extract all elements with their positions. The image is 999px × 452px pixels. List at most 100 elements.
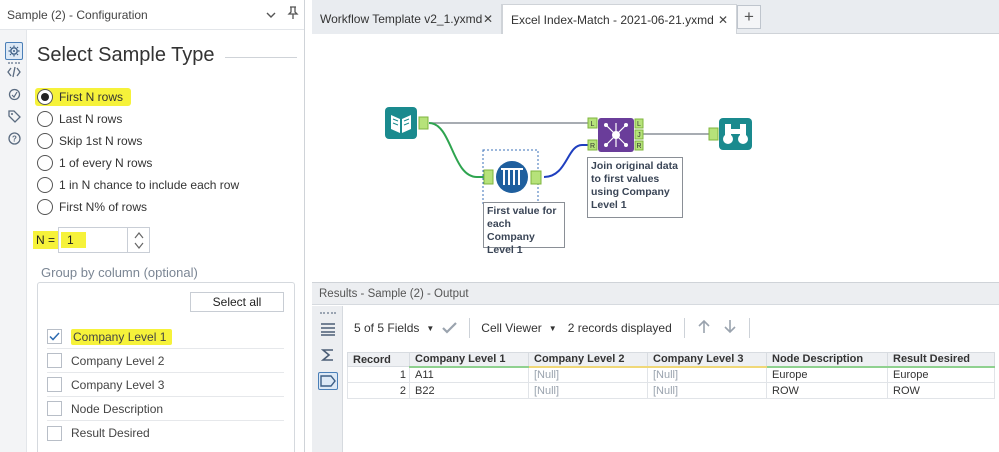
table-cell[interactable]: [Null] [528,366,648,383]
browse-tool[interactable] [708,118,752,150]
spin-down-icon[interactable] [134,242,144,249]
column-label: Company Level 2 [71,353,165,368]
code-icon[interactable] [6,64,22,80]
option-first-n-rows[interactable]: First N rows [35,86,239,108]
group-by-label: Group by column (optional) [41,265,198,280]
annotation-icon[interactable] [6,86,22,102]
table-view-icon[interactable] [318,320,338,338]
join-anchor-out-join: J [637,132,641,139]
n-label: N = [33,231,59,249]
close-icon[interactable]: ✕ [483,12,493,26]
toolbar-divider [683,318,685,338]
table-row[interactable]: 2 B22 [Null] [Null] ROW ROW [347,382,995,399]
radio-button[interactable] [37,155,53,171]
spin-up-icon[interactable] [134,231,144,239]
column-node-description[interactable]: Node Description [47,397,284,421]
app-window: Sample (2) - Configuration ? Select Samp… [0,0,999,452]
table-cell[interactable]: [Null] [647,366,767,383]
select-all-button[interactable]: Select all [190,292,284,312]
connection-input-to-sample[interactable] [428,122,484,178]
table-header-row: Record Company Level 1 Company Level 2 C… [347,352,995,368]
arrow-up-icon[interactable] [697,319,711,338]
tab-workflow-template[interactable]: Workflow Template v2_1.yxmd ✕ [312,4,502,34]
cell-viewer-label: Cell Viewer [481,321,542,335]
table-cell[interactable]: A11 [409,366,529,383]
checkbox[interactable] [47,401,62,416]
results-side-bar [312,306,343,452]
join-tool[interactable]: L R L J R [587,117,644,152]
new-tab-button[interactable]: + [737,5,761,29]
pin-icon[interactable] [282,6,304,23]
results-title: Results - Sample (2) - Output [319,287,469,300]
column-header[interactable]: Node Description [766,352,888,368]
fields-label: 5 of 5 Fields [354,321,420,335]
chevron-down-icon[interactable] [260,8,282,22]
results-toolbar: 5 of 5 Fields ▼ Cell Viewer ▼ 2 records … [343,306,999,350]
records-count: 2 records displayed [567,321,672,335]
join-anchor-out-left: L [637,121,641,128]
column-company-level-2[interactable]: Company Level 2 [47,349,284,373]
table-cell[interactable]: Europe [887,366,995,383]
input-data-tool[interactable] [385,107,429,139]
results-table: Record Company Level 1 Company Level 2 C… [347,352,995,399]
column-result-desired[interactable]: Result Desired [47,421,284,445]
apply-check-icon[interactable] [442,322,458,334]
config-icon-bar: ? [0,30,27,452]
sigma-metadata-icon[interactable] [318,346,338,364]
option-label: 1 in N chance to include each row [59,178,240,192]
column-header[interactable]: Company Level 1 [409,352,529,368]
table-cell[interactable]: ROW [887,382,995,399]
checkbox[interactable] [47,377,62,392]
caret-down-icon: ▼ [426,323,435,333]
checkbox[interactable] [47,329,62,344]
results-header: Results - Sample (2) - Output [312,283,999,305]
tab-label: Excel Index-Match - 2021-06-21.yxmd [511,12,714,27]
option-last-n-rows[interactable]: Last N rows [37,108,239,130]
column-header[interactable]: Record [347,352,410,367]
table-cell[interactable]: [Null] [528,382,648,399]
table-cell[interactable]: B22 [409,382,529,399]
gear-icon[interactable] [5,42,23,60]
help-icon[interactable]: ? [6,130,22,146]
n-value-stepper[interactable] [128,227,151,253]
close-icon[interactable]: ✕ [718,13,728,27]
arrow-down-icon[interactable] [723,319,737,338]
tag-icon[interactable] [6,108,22,124]
checkbox[interactable] [47,353,62,368]
option-first-n-percent[interactable]: First N% of rows [37,196,239,218]
fields-dropdown[interactable]: 5 of 5 Fields ▼ [354,321,434,335]
sample-tool[interactable] [482,149,542,207]
option-label: 1 of every N rows [59,156,153,170]
record-number: 2 [347,382,410,399]
column-header[interactable]: Result Desired [887,352,995,368]
drag-handle[interactable] [320,312,336,314]
annotation-line: Join original data [591,160,678,172]
radio-button[interactable] [37,89,53,105]
radio-button[interactable] [37,177,53,193]
cell-viewer-dropdown[interactable]: Cell Viewer ▼ [481,321,556,335]
table-row[interactable]: 1 A11 [Null] [Null] Europe Europe [347,366,995,383]
tab-excel-index-match[interactable]: Excel Index-Match - 2021-06-21.yxmd ✕ [502,4,737,34]
option-one-of-every-n-rows[interactable]: 1 of every N rows [37,152,239,174]
radio-button[interactable] [37,199,53,215]
column-company-level-1[interactable]: Company Level 1 [47,325,284,349]
checkmark-icon [49,332,60,341]
radio-button[interactable] [37,133,53,149]
column-header[interactable]: Company Level 2 [528,352,648,368]
radio-button[interactable] [37,111,53,127]
table-cell[interactable]: Europe [766,366,888,383]
table-cell[interactable]: ROW [766,382,888,399]
option-skip-first-n-rows[interactable]: Skip 1st N rows [37,130,239,152]
annotation-line: each Company [487,218,535,243]
column-header[interactable]: Company Level 3 [647,352,767,368]
results-pane: Results - Sample (2) - Output 5 of 5 Fie… [312,282,999,452]
option-random-chance[interactable]: 1 in N chance to include each row [37,174,239,196]
toolbar-divider [469,318,471,338]
table-cell[interactable]: [Null] [647,382,767,399]
workflow-canvas[interactable]: L R L J R First value for each Company L… [312,35,999,280]
column-company-level-3[interactable]: Company Level 3 [47,373,284,397]
data-tag-icon[interactable] [318,372,338,390]
option-label: Last N rows [59,112,123,126]
n-value-input[interactable]: 1 [58,227,129,253]
checkbox[interactable] [47,425,62,441]
